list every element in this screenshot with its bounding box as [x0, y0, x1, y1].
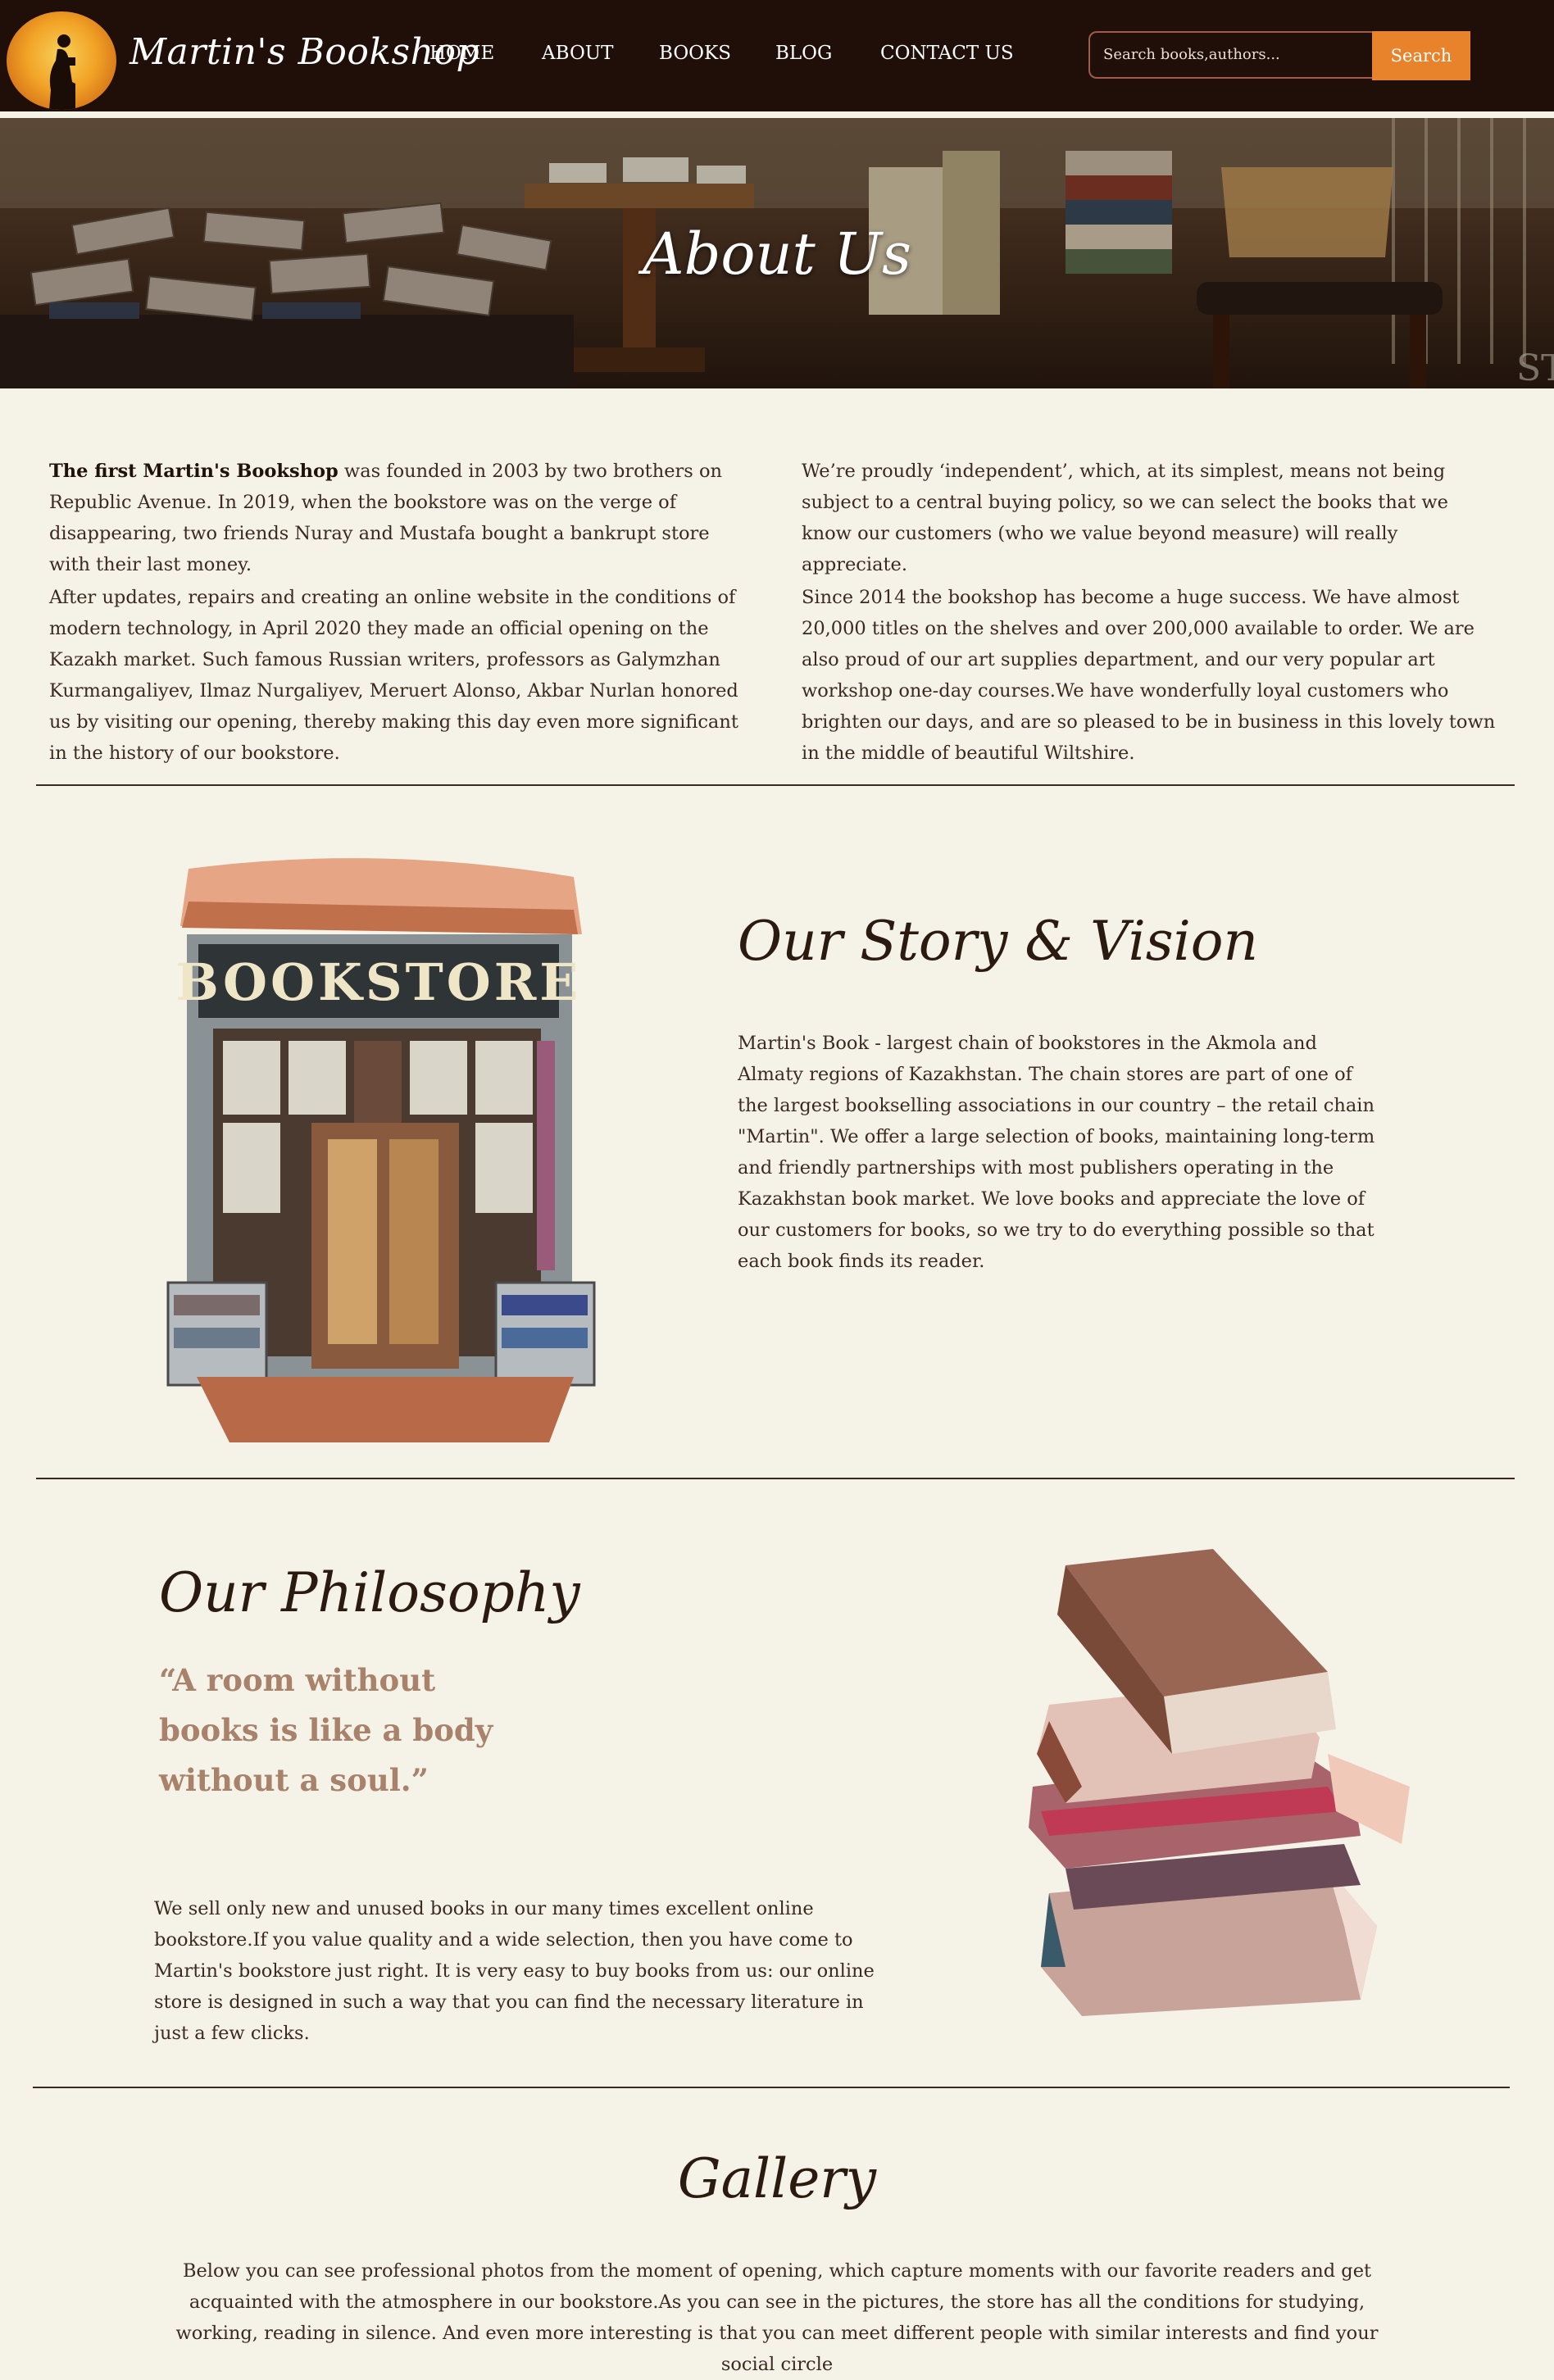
story-text: Martin's Book - largest chain of booksto…: [738, 1033, 1375, 1272]
nav-blog[interactable]: BLOG: [775, 43, 832, 64]
hero-banner: ST About Us: [0, 118, 1554, 388]
logo-icon[interactable]: [7, 11, 116, 110]
section-divider-1: [36, 784, 1515, 786]
philosophy-quote: “A room without books is like a body wit…: [159, 1662, 493, 1798]
hero-title: About Us: [643, 220, 911, 288]
storefront-sign: BOOKSTORE: [175, 952, 581, 1012]
section-divider-2: [36, 1478, 1515, 1479]
bookstore-storefront-illustration: BOOKSTORE: [166, 858, 596, 1442]
nav-home[interactable]: HOME: [429, 43, 494, 64]
philosophy-title: Our Philosophy: [159, 1561, 580, 1624]
intro-right-para-2: Since 2014 the bookshop has become a hug…: [802, 587, 1496, 764]
book-stack-illustration: [1029, 1549, 1410, 2016]
section-divider-3: [33, 2087, 1510, 2088]
nav-contact[interactable]: CONTACT US: [880, 43, 1014, 64]
philosophy-text: We sell only new and unused books in our…: [154, 1898, 875, 2044]
intro-left-para-2: After updates, repairs and creating an o…: [49, 587, 738, 764]
top-navbar: Martin's Bookshop HOME ABOUT BOOKS BLOG …: [0, 0, 1554, 111]
nav-about[interactable]: ABOUT: [542, 43, 614, 64]
intro-left-para-1: The first Martin's Bookshop was founded …: [49, 456, 746, 580]
gallery-title: Gallery: [677, 2147, 877, 2210]
nav-divider: [0, 111, 1554, 118]
nav-books[interactable]: BOOKS: [659, 43, 731, 64]
gallery-text: Below you can see professional photos fr…: [175, 2260, 1379, 2375]
story-title: Our Story & Vision: [738, 910, 1258, 973]
search-input[interactable]: Search books,authors...: [1088, 31, 1372, 79]
search-button[interactable]: Search: [1372, 31, 1470, 80]
reading-figure-icon: [49, 34, 75, 110]
intro-lead: The first Martin's Bookshop: [49, 461, 339, 482]
brand-name[interactable]: Martin's Bookshop: [130, 31, 479, 73]
intro-right-para-1: We’re proudly ‘independent’, which, at i…: [802, 461, 1448, 575]
